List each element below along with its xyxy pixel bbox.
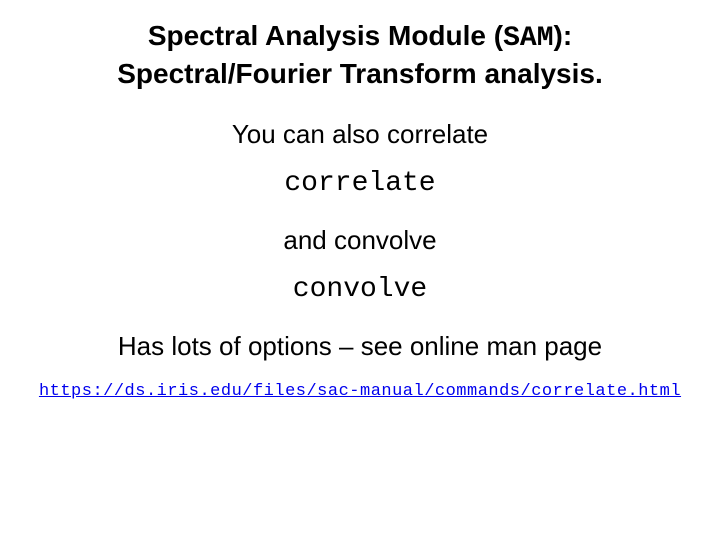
slide-title: Spectral Analysis Module (SAM): Spectral… [40, 18, 680, 91]
text-man-page-note: Has lots of options – see online man pag… [0, 331, 720, 362]
title-acronym: SAM [503, 23, 553, 54]
title-line2: Spectral/Fourier Transform analysis. [117, 58, 603, 89]
slide: Spectral Analysis Module (SAM): Spectral… [0, 0, 720, 540]
command-correlate: correlate [0, 168, 720, 199]
title-suffix-1: ): [554, 20, 573, 51]
text-and-convolve: and convolve [0, 225, 720, 256]
title-prefix: Spectral Analysis Module ( [148, 20, 503, 51]
manual-link[interactable]: https://ds.iris.edu/files/sac-manual/com… [20, 382, 700, 401]
text-also-correlate: You can also correlate [0, 119, 720, 150]
command-convolve: convolve [0, 274, 720, 305]
